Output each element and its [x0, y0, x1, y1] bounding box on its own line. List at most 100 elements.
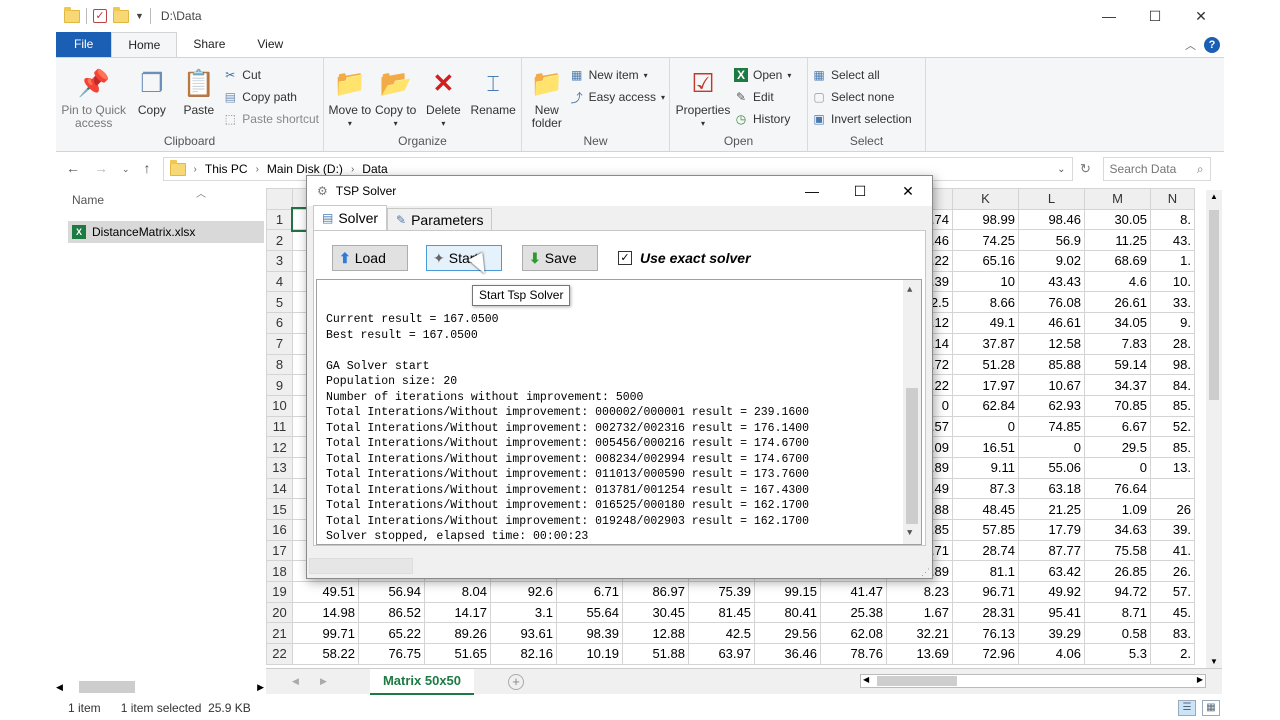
- exact-solver-checkbox[interactable]: ✓ Use exact solver: [618, 250, 751, 266]
- refresh-icon[interactable]: ↻: [1080, 161, 1091, 177]
- up-arrow-icon[interactable]: ↑: [144, 160, 151, 178]
- cell[interactable]: [1150, 477, 1195, 500]
- close-icon[interactable]: ✕: [884, 183, 932, 200]
- cell[interactable]: 59.14: [1084, 353, 1151, 376]
- row-header[interactable]: 17: [266, 539, 293, 562]
- cell[interactable]: 63.97: [688, 643, 755, 665]
- row-header[interactable]: 11: [266, 415, 293, 438]
- cell[interactable]: 12.88: [622, 622, 689, 645]
- row-header[interactable]: 16: [266, 519, 293, 541]
- cell[interactable]: 99.15: [754, 581, 821, 603]
- cell[interactable]: 14.98: [292, 601, 359, 624]
- add-sheet-icon[interactable]: +: [508, 673, 524, 690]
- search-input[interactable]: Search Data ⌕: [1102, 157, 1211, 181]
- resize-grip-icon[interactable]: ⋰: [921, 567, 930, 578]
- scroll-left-icon[interactable]: ◀: [56, 682, 63, 693]
- cell[interactable]: 52.: [1150, 415, 1195, 438]
- cell[interactable]: 98.46: [1018, 208, 1085, 231]
- cell[interactable]: 70.85: [1084, 394, 1151, 417]
- tab-view[interactable]: View: [241, 32, 299, 57]
- cell[interactable]: 86.97: [622, 581, 689, 603]
- cell[interactable]: 98.99: [952, 208, 1019, 231]
- select-all-corner[interactable]: [266, 188, 293, 210]
- cell[interactable]: 39.: [1150, 519, 1195, 541]
- row-header[interactable]: 13: [266, 456, 293, 479]
- row-header[interactable]: 4: [266, 270, 293, 293]
- cell[interactable]: 30.45: [622, 601, 689, 624]
- cell[interactable]: 93.61: [490, 622, 557, 645]
- row-header[interactable]: 8: [266, 353, 293, 376]
- history-button[interactable]: ◷ History: [734, 110, 791, 128]
- new-folder-icon[interactable]: [113, 6, 129, 23]
- cell[interactable]: 1.67: [886, 601, 953, 624]
- cell[interactable]: 48.45: [952, 498, 1019, 520]
- cell[interactable]: 7.83: [1084, 332, 1151, 355]
- cell[interactable]: 41.47: [820, 581, 887, 603]
- cell[interactable]: 62.93: [1018, 394, 1085, 417]
- address-dropdown-icon[interactable]: ⌄: [1057, 164, 1065, 175]
- cell[interactable]: 98.: [1150, 353, 1195, 376]
- new-item-button[interactable]: ▦ New item ▾: [570, 66, 665, 84]
- row-header[interactable]: 22: [266, 643, 293, 665]
- minimize-icon[interactable]: —: [788, 183, 836, 200]
- cell[interactable]: 1.09: [1084, 498, 1151, 520]
- cell[interactable]: 84.: [1150, 374, 1195, 396]
- cell[interactable]: 6.71: [556, 581, 623, 603]
- cell[interactable]: 63.42: [1018, 560, 1085, 583]
- row-header[interactable]: 18: [266, 560, 293, 583]
- cell[interactable]: 43.: [1150, 229, 1195, 252]
- cell[interactable]: 55.06: [1018, 456, 1085, 479]
- cell[interactable]: 32.21: [886, 622, 953, 645]
- cell[interactable]: 8.71: [1084, 601, 1151, 624]
- cell[interactable]: 92.6: [490, 581, 557, 603]
- cell[interactable]: 45.: [1150, 601, 1195, 624]
- cell[interactable]: 17.97: [952, 374, 1019, 396]
- cell[interactable]: 74.85: [1018, 415, 1085, 438]
- cell[interactable]: 14.17: [424, 601, 491, 624]
- breadcrumb-main-disk[interactable]: Main Disk (D:): [267, 162, 343, 176]
- cell[interactable]: 76.13: [952, 622, 1019, 645]
- paste-shortcut-button[interactable]: ⬚ Paste shortcut: [223, 110, 319, 128]
- column-header[interactable]: M: [1084, 188, 1151, 210]
- row-header[interactable]: 10: [266, 394, 293, 417]
- properties-check-icon[interactable]: ✓: [93, 9, 107, 23]
- cell[interactable]: 12.58: [1018, 332, 1085, 355]
- sheet-tab[interactable]: Matrix 50x50: [370, 668, 474, 695]
- cell[interactable]: 85.: [1150, 436, 1195, 458]
- cell[interactable]: 26: [1150, 498, 1195, 520]
- cell[interactable]: 96.71: [952, 581, 1019, 603]
- column-header[interactable]: L: [1018, 188, 1085, 210]
- scroll-down-icon[interactable]: ▼: [907, 526, 912, 542]
- cell[interactable]: 56.94: [358, 581, 425, 603]
- cell[interactable]: 85.88: [1018, 353, 1085, 376]
- cell[interactable]: 16.51: [952, 436, 1019, 458]
- row-header[interactable]: 14: [266, 477, 293, 500]
- scrollbar-thumb[interactable]: [906, 388, 918, 524]
- cell[interactable]: 4.6: [1084, 270, 1151, 293]
- cell[interactable]: 34.37: [1084, 374, 1151, 396]
- scroll-up-icon[interactable]: ▲: [907, 283, 912, 299]
- cell[interactable]: 28.74: [952, 539, 1019, 562]
- checkbox-check-icon[interactable]: ✓: [618, 251, 632, 265]
- cell[interactable]: 42.5: [688, 622, 755, 645]
- row-header[interactable]: 21: [266, 622, 293, 645]
- cell[interactable]: 89.26: [424, 622, 491, 645]
- tab-parameters[interactable]: ✎ Parameters: [387, 208, 493, 230]
- cell[interactable]: 68.69: [1084, 250, 1151, 272]
- back-arrow-icon[interactable]: ←: [66, 160, 80, 178]
- row-header[interactable]: 20: [266, 601, 293, 624]
- cell[interactable]: 51.28: [952, 353, 1019, 376]
- row-header[interactable]: 9: [266, 374, 293, 396]
- edit-button[interactable]: ✎ Edit: [734, 88, 791, 106]
- cell[interactable]: 26.85: [1084, 560, 1151, 583]
- cell[interactable]: 26.61: [1084, 291, 1151, 314]
- cell[interactable]: 34.05: [1084, 312, 1151, 334]
- cell[interactable]: 39.29: [1018, 622, 1085, 645]
- next-sheet-icon[interactable]: ▶: [320, 676, 327, 687]
- cell[interactable]: 82.16: [490, 643, 557, 665]
- row-header[interactable]: 2: [266, 229, 293, 252]
- cell[interactable]: 29.56: [754, 622, 821, 645]
- column-header[interactable]: K: [952, 188, 1019, 210]
- collapse-ribbon-icon[interactable]: ︿: [1185, 37, 1196, 53]
- row-header[interactable]: 19: [266, 581, 293, 603]
